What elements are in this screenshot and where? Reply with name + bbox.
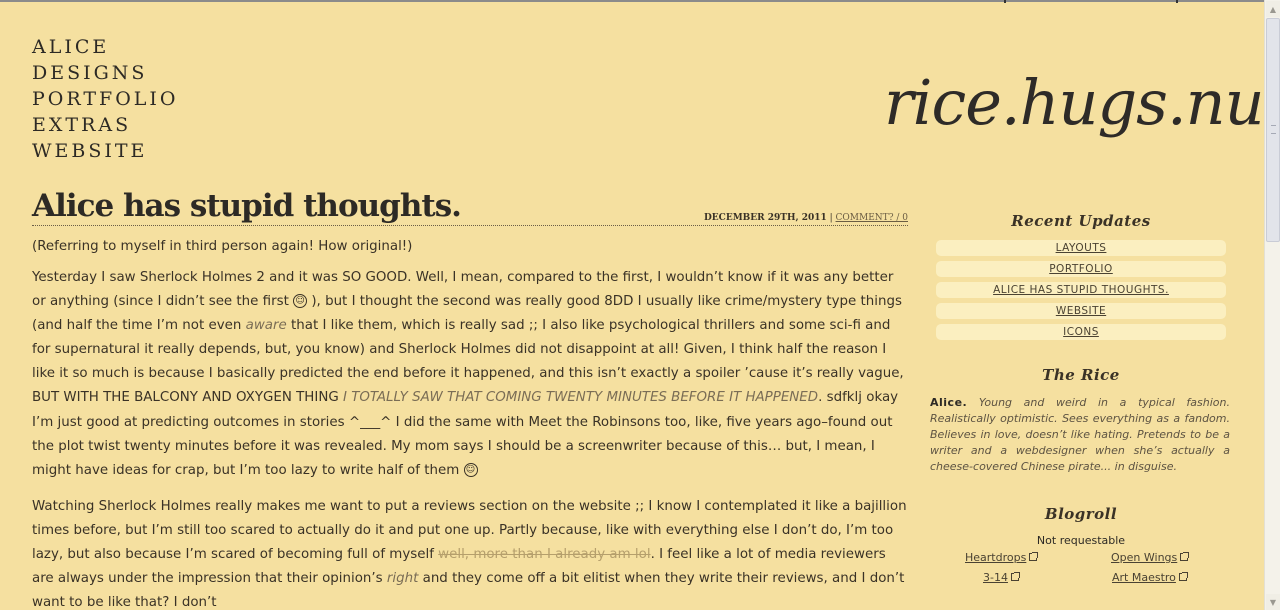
blogroll-link[interactable]: Heartdrops xyxy=(965,551,1039,564)
emphasis-text: aware xyxy=(245,318,287,334)
paragraph-text: (Referring to myself in third person aga… xyxy=(32,239,413,254)
nav-website[interactable]: WEBSITE xyxy=(32,138,178,164)
link-label: Art Maestro xyxy=(1112,571,1176,584)
post-header: Alice has stupid thoughts. DECEMBER 29TH… xyxy=(32,186,908,226)
external-link-icon xyxy=(1010,572,1020,581)
post-meta: DECEMBER 29TH, 2011 | COMMENT? / 0 xyxy=(704,213,908,223)
blogroll-link[interactable]: Art Maestro xyxy=(1112,571,1188,584)
emphasis-text: I TOTALLY SAW THAT COMING TWENTY MINUTES… xyxy=(342,390,819,406)
external-link-icon xyxy=(1180,552,1190,561)
author-bio: Alice. Young and weird in a typical fash… xyxy=(930,395,1230,475)
emphasis-text: right xyxy=(386,571,419,587)
smiley-icon: ☺ xyxy=(463,462,478,477)
comments-link[interactable]: COMMENT? / 0 xyxy=(836,213,908,223)
scroll-down-arrow[interactable]: ▼ xyxy=(1266,594,1280,610)
external-link-icon xyxy=(1178,572,1188,581)
top-edge-mark xyxy=(1176,0,1178,3)
recent-update-item[interactable]: WEBSITE xyxy=(936,303,1226,319)
blogroll-links: Heartdrops Open Wings 3-14 Art Maestro xyxy=(930,551,1232,591)
recent-update-item[interactable]: ALICE HAS STUPID THOUGHTS. xyxy=(936,282,1226,298)
recent-update-item[interactable]: ICONS xyxy=(936,324,1226,340)
post-date: DECEMBER 29TH, 2011 xyxy=(704,213,827,223)
post-paragraph: (Referring to myself in third person aga… xyxy=(32,236,908,258)
meta-separator: | xyxy=(826,213,836,223)
external-link-icon xyxy=(1029,552,1039,561)
smiley-icon: ☺ xyxy=(293,294,308,309)
scroll-up-arrow[interactable]: ▲ xyxy=(1266,1,1280,17)
nav-extras[interactable]: EXTRAS xyxy=(32,112,178,138)
window-top-border xyxy=(0,0,1264,2)
top-edge-mark xyxy=(1004,0,1006,3)
main-nav: ALICE DESIGNS PORTFOLIO EXTRAS WEBSITE xyxy=(32,34,178,164)
link-label: Open Wings xyxy=(1111,551,1178,564)
recent-updates-list: LAYOUTS PORTFOLIO ALICE HAS STUPID THOUG… xyxy=(930,240,1232,340)
nav-alice[interactable]: ALICE xyxy=(32,34,178,60)
blog-post: Alice has stupid thoughts. DECEMBER 29TH… xyxy=(32,186,908,610)
the-rice-heading: The Rice xyxy=(1042,366,1120,384)
nav-portfolio[interactable]: PORTFOLIO xyxy=(32,86,178,112)
post-paragraph: Watching Sherlock Holmes really makes me… xyxy=(32,495,908,610)
post-paragraph: Yesterday I saw Sherlock Holmes 2 and it… xyxy=(32,266,908,483)
scrollbar-thumb[interactable] xyxy=(1266,18,1280,242)
blogroll-heading: Blogroll xyxy=(1044,505,1118,523)
recent-update-item[interactable]: PORTFOLIO xyxy=(936,261,1226,277)
blogroll-link[interactable]: Open Wings xyxy=(1111,551,1190,564)
link-label: Heartdrops xyxy=(965,551,1027,564)
blogroll-link[interactable]: 3-14 xyxy=(983,571,1020,584)
vertical-scrollbar[interactable]: ▲ ▼ xyxy=(1264,0,1280,610)
bio-text: Young and weird in a typical fashion. Re… xyxy=(930,396,1230,473)
site-logo[interactable]: rice.hugs.nu xyxy=(884,66,1265,139)
strikethrough-text: well, more than I already am lol xyxy=(438,547,651,563)
sidebar: Recent Updates LAYOUTS PORTFOLIO ALICE H… xyxy=(930,212,1232,591)
nav-designs[interactable]: DESIGNS xyxy=(32,60,178,86)
recent-updates-heading: Recent Updates xyxy=(1011,212,1151,230)
not-requestable-label: Not requestable xyxy=(1036,534,1126,547)
recent-update-item[interactable]: LAYOUTS xyxy=(936,240,1226,256)
bio-name: Alice. xyxy=(930,396,968,409)
link-label: 3-14 xyxy=(983,571,1008,584)
